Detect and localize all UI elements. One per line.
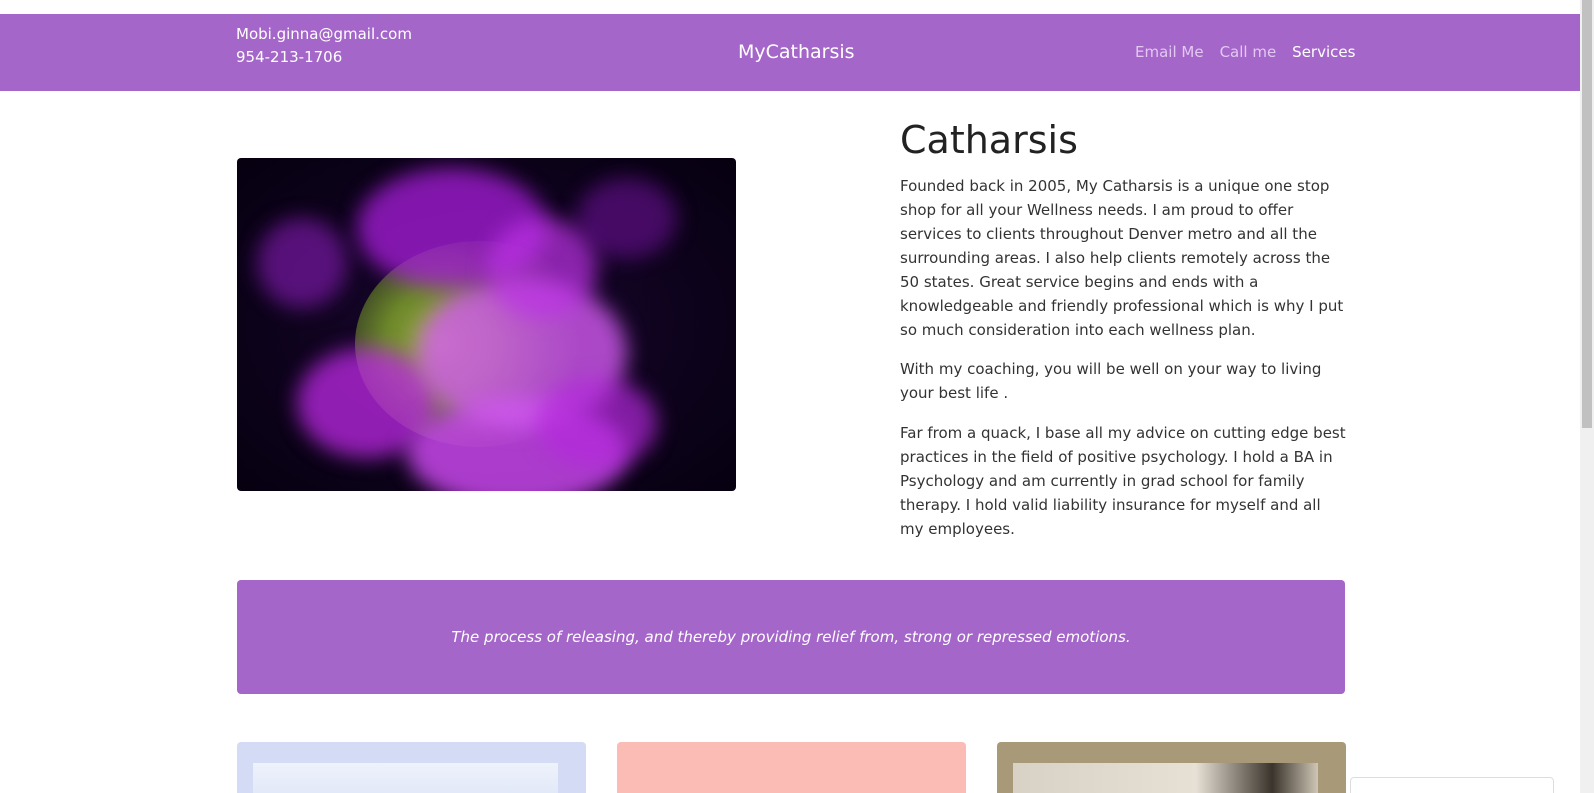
service-card-3[interactable] bbox=[997, 742, 1346, 793]
hero-image-smoke bbox=[577, 178, 677, 258]
nav-link-call-me[interactable]: Call me bbox=[1220, 43, 1277, 61]
about-paragraph-3: Far from a quack, I base all my advice o… bbox=[900, 424, 1346, 538]
nav-link-services[interactable]: Services bbox=[1292, 43, 1355, 61]
service-card-3-image bbox=[1013, 763, 1318, 793]
quote-banner: The process of releasing, and thereby pr… bbox=[237, 580, 1345, 694]
hero-image-smoke bbox=[537, 378, 657, 468]
nav-links: Email Me Call me Services bbox=[1135, 43, 1355, 61]
service-card-1[interactable] bbox=[237, 742, 586, 793]
contact-info: Mobi.ginna@gmail.com 954-213-1706 bbox=[236, 23, 412, 69]
service-card-1-image bbox=[253, 763, 558, 793]
hero-image bbox=[237, 158, 736, 491]
service-card-2[interactable] bbox=[617, 742, 966, 793]
navbar: Mobi.ginna@gmail.com 954-213-1706 MyCath… bbox=[0, 14, 1580, 91]
scrollbar[interactable] bbox=[1580, 0, 1594, 793]
hero-image-smoke bbox=[257, 218, 347, 308]
chat-widget[interactable] bbox=[1350, 777, 1554, 793]
top-strip bbox=[0, 0, 1580, 14]
scrollbar-thumb[interactable] bbox=[1582, 0, 1592, 428]
about-paragraph-1: Founded back in 2005, My Catharsis is a … bbox=[900, 177, 1344, 339]
contact-email[interactable]: Mobi.ginna@gmail.com bbox=[236, 23, 412, 46]
contact-phone[interactable]: 954-213-1706 bbox=[236, 46, 412, 69]
brand-logo[interactable]: MyCatharsis bbox=[738, 41, 855, 63]
nav-link-email-me[interactable]: Email Me bbox=[1135, 43, 1204, 61]
about-title: Catharsis bbox=[900, 118, 1078, 162]
about-paragraph-2: With my coaching, you will be well on yo… bbox=[900, 360, 1322, 402]
quote-text: The process of releasing, and thereby pr… bbox=[451, 628, 1131, 646]
